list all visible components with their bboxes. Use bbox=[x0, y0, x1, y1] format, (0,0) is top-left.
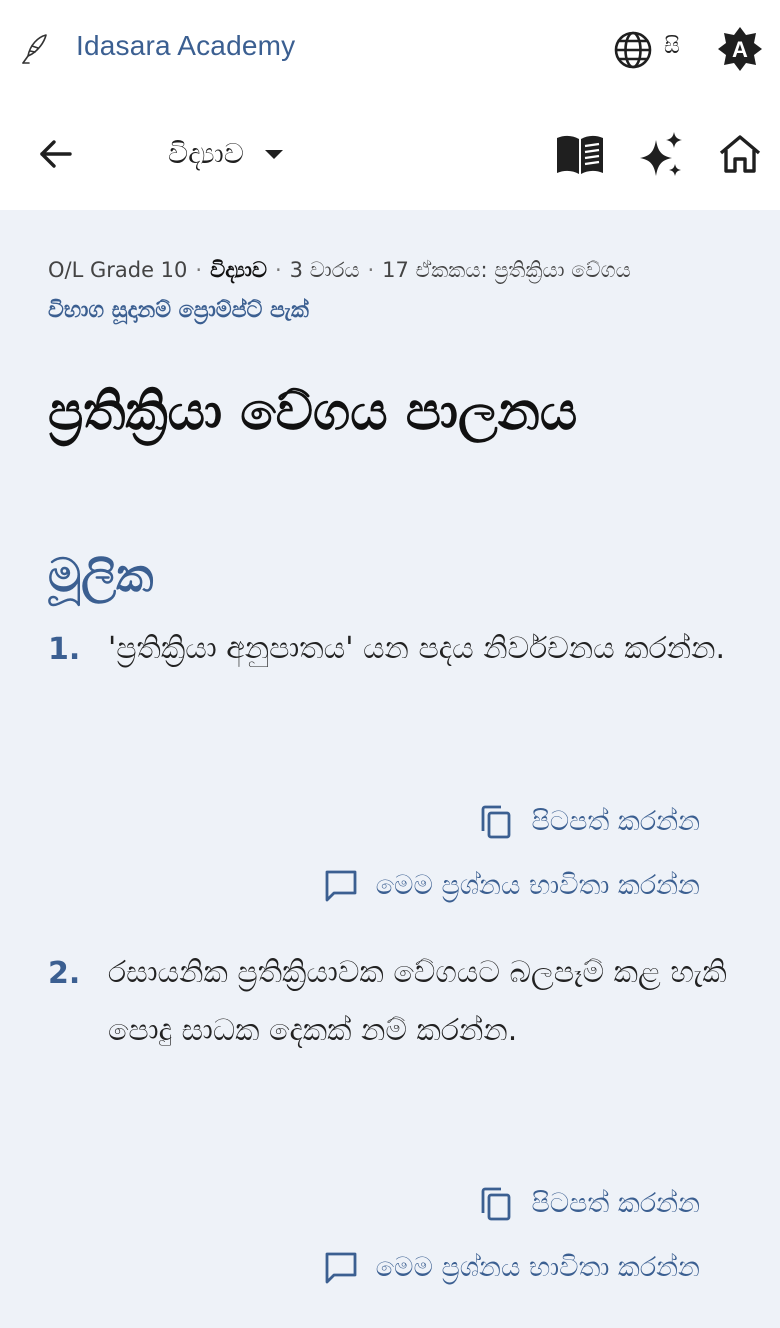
back-arrow-icon[interactable] bbox=[36, 134, 76, 174]
page-title: ප්‍රතික්‍රියා වේගය පාලනය bbox=[48, 382, 578, 442]
copy-button[interactable]: පිටපත් කරන්න bbox=[479, 1186, 700, 1222]
app-header: Idasara Academy සි A bbox=[0, 0, 780, 100]
breadcrumb-subject[interactable]: විද්‍යාව bbox=[210, 258, 267, 282]
copy-icon bbox=[482, 1187, 511, 1221]
copy-button[interactable]: පිටපත් කරන්න bbox=[479, 804, 700, 840]
copy-button-label: පිටපත් කරන්න bbox=[531, 1188, 700, 1219]
question-number: 1. bbox=[48, 632, 81, 667]
language-label[interactable]: සි bbox=[664, 34, 680, 59]
breadcrumb-term[interactable]: 3 වාරය bbox=[290, 258, 360, 282]
breadcrumb-grade[interactable]: O/L Grade 10 bbox=[48, 258, 187, 282]
question-number: 2. bbox=[48, 956, 81, 991]
toolbar: විද්‍යාව bbox=[0, 100, 780, 210]
subject-dropdown[interactable]: විද්‍යාව bbox=[168, 130, 286, 178]
section-title: මූලික bbox=[48, 548, 154, 602]
prompt-pack-link[interactable]: විභාග සූදානම් ප්‍රොම්ප්ට් පැක් bbox=[48, 298, 309, 323]
breadcrumb-separator: · bbox=[367, 258, 375, 282]
use-question-label: මෙම ප්‍රශ්නය භාවිතා කරන්න bbox=[375, 1252, 700, 1283]
theme-badge-icon[interactable]: A bbox=[716, 25, 764, 73]
app-name[interactable]: Idasara Academy bbox=[76, 30, 295, 62]
caret-down-icon bbox=[264, 150, 283, 159]
quill-pen-icon[interactable] bbox=[20, 32, 52, 66]
use-question-button[interactable]: මෙම ප්‍රශ්නය භාවිතා කරන්න bbox=[324, 868, 700, 904]
use-question-label: මෙම ප්‍රශ්නය භාවිතා කරන්න bbox=[375, 870, 700, 901]
breadcrumb-unit[interactable]: 17 ඒකකය: ප්‍රතික්‍රියා වේගය bbox=[382, 258, 631, 282]
subject-dropdown-label: විද්‍යාව bbox=[168, 137, 244, 170]
copy-button-label: පිටපත් කරන්න bbox=[531, 806, 700, 837]
theme-badge-letter: A bbox=[732, 37, 748, 62]
question-text: 'ප්‍රතික්‍රියා අනුපාතය' යන පදය නිර්වචනය … bbox=[108, 631, 726, 666]
copy-icon bbox=[482, 805, 511, 839]
breadcrumb-separator: · bbox=[195, 258, 203, 282]
breadcrumb: O/L Grade 10 · විද්‍යාව · 3 වාරය · 17 ඒකකය: ප්… bbox=[48, 258, 748, 283]
globe-icon[interactable] bbox=[613, 30, 653, 70]
comment-icon bbox=[325, 870, 357, 902]
question-text: රසායනික ප්‍රතික්‍රියාවක වේගයට බලපෑම් කළ … bbox=[108, 955, 727, 1048]
breadcrumb-separator: · bbox=[274, 258, 282, 282]
home-icon[interactable] bbox=[718, 132, 762, 176]
book-icon[interactable] bbox=[555, 134, 605, 176]
use-question-button[interactable]: මෙම ප්‍රශ්නය භාවිතා කරන්න bbox=[324, 1250, 700, 1286]
comment-icon bbox=[325, 1252, 357, 1284]
sparkle-icon[interactable] bbox=[636, 130, 684, 180]
